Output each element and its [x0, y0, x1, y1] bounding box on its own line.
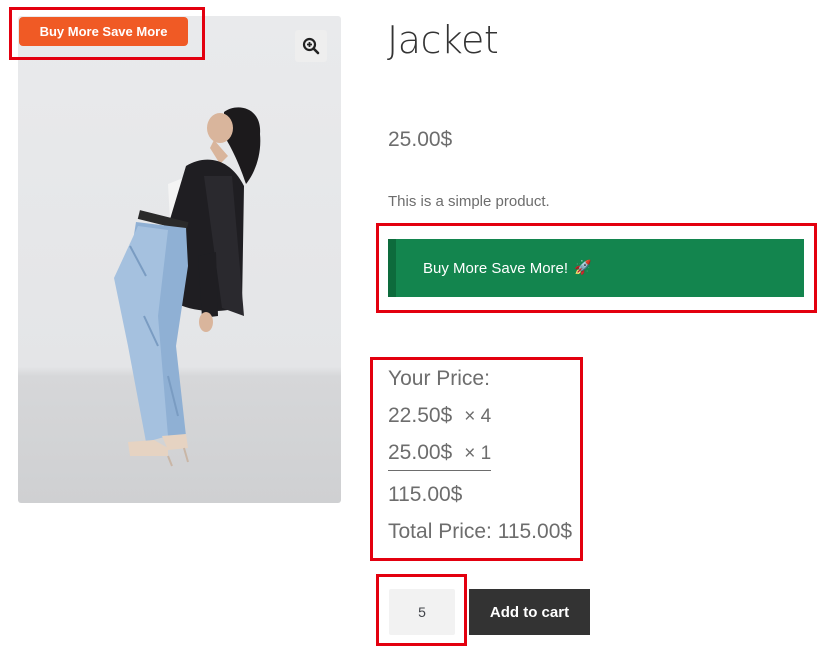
product-photo — [114, 107, 261, 467]
rocket-icon: 🚀 — [574, 260, 592, 276]
zoom-in-icon — [302, 37, 320, 55]
add-to-cart-button[interactable]: Add to cart — [469, 589, 590, 635]
sale-badge: Buy More Save More — [19, 17, 188, 46]
tier-qty: × 4 — [464, 406, 492, 427]
product-price: 25.00$ — [388, 128, 453, 151]
tier-row: 25.00$ × 1 — [388, 441, 492, 471]
subtotal: 115.00$ — [388, 483, 463, 506]
product-description: This is a simple product. — [388, 193, 550, 210]
your-price-heading: Your Price: — [388, 367, 490, 390]
product-title: Jacket — [387, 18, 499, 62]
tier-qty: × 1 — [464, 443, 492, 464]
tier-row: 22.50$ × 4 — [388, 404, 491, 428]
product-image[interactable] — [18, 16, 341, 503]
promo-banner: Buy More Save More! 🚀 — [388, 239, 804, 297]
tier-price: 25.00$ — [388, 441, 453, 464]
promo-label: Buy More Save More! — [423, 259, 569, 277]
zoom-button[interactable] — [295, 30, 327, 62]
tier-price: 22.50$ — [388, 404, 453, 427]
quantity-input[interactable] — [389, 589, 455, 635]
total-price: Total Price: 115.00$ — [388, 520, 573, 543]
